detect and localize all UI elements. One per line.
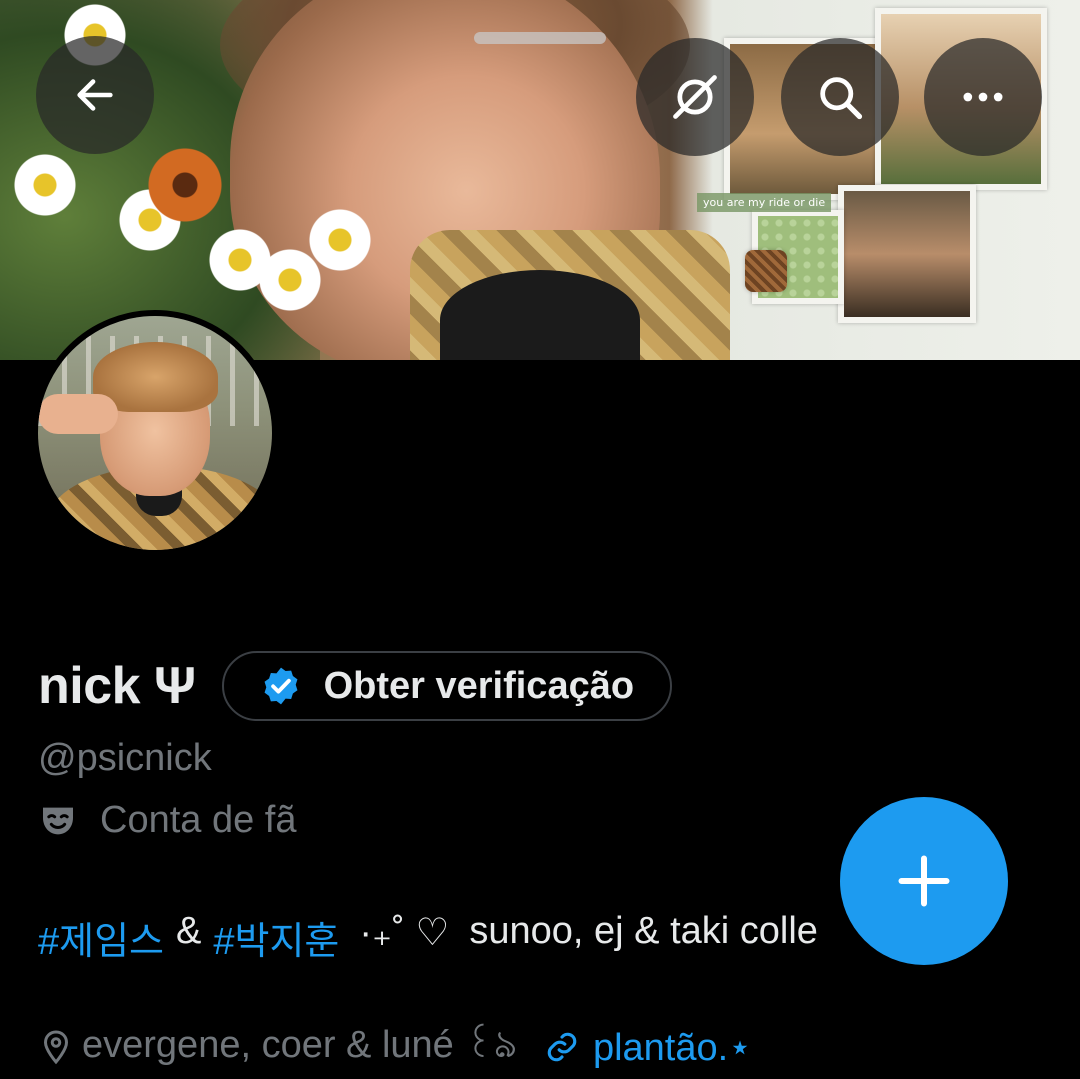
name-row: nick Ψ Obter verificação [38,650,673,722]
satellite-off-icon [673,75,717,119]
arrow-left-icon [77,79,113,111]
category-label: Conta de fã [100,799,297,841]
search-button[interactable] [781,38,899,156]
collage-caption: you are my ride or die [697,193,832,212]
satellite-toggle-button[interactable] [636,38,754,156]
profile-avatar[interactable] [32,310,278,556]
avatar-hand [38,394,118,434]
hashtag-link[interactable]: #박지훈 [213,910,339,965]
theater-mask-icon [43,807,73,834]
get-verified-button[interactable]: Obter verificação [221,651,673,721]
banner-tee [440,270,640,360]
profile-bio: #제임스 & #박지훈 ·₊˚ ♡ sunoo, ej & taki colle [38,910,818,965]
compose-button[interactable] [840,797,1008,965]
plus-icon [898,855,950,907]
username-handle: @psicnick [38,737,212,779]
daisy-flower [10,150,80,220]
get-verified-label: Obter verificação [323,664,635,707]
bio-text: sunoo, ej & taki colle [469,910,818,952]
location-pin-icon [43,1030,69,1065]
hashtag-link[interactable]: #제임스 [38,910,164,965]
back-button[interactable] [36,36,154,154]
location-text: evergene, coer & luné ꒰ঌ [82,1024,517,1066]
bio-decoration: ·₊˚ ♡ [359,912,450,954]
profile-category: Conta de fã [38,799,296,842]
link-icon [547,1032,577,1062]
profile-meta: evergene, coer & luné ꒰ঌ plantão.⋆ [38,1015,752,1079]
orange-flower [140,140,230,230]
display-name: nick Ψ [38,657,196,715]
more-options-button[interactable] [924,38,1042,156]
collage-photo [838,185,976,323]
more-horizontal-icon [963,92,1003,102]
daisy-flower [305,205,375,275]
search-icon [820,77,863,120]
drag-handle[interactable] [474,32,606,44]
bio-ampersand: & [176,910,202,952]
profile-banner[interactable]: you are my ride or die [0,0,1080,360]
picnic-basket [745,250,787,292]
verified-badge-icon [264,667,298,705]
